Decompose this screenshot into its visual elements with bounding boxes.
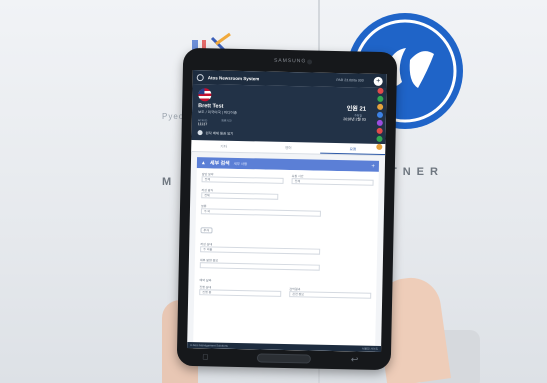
- status-copyright: © Atos Management Solutions: [190, 343, 228, 348]
- tablet-screen: Atos Newsroom System PAR 23.00/ta 000 + …: [187, 69, 387, 353]
- stat-label: 체류기간: [221, 118, 232, 123]
- subscription-label: 원작 배체 월권 알기: [205, 131, 234, 136]
- photo-scene: PyeongChang M TNER SAMSUNG Atos Newsroom…: [0, 0, 547, 383]
- side-app-icon[interactable]: [377, 95, 384, 102]
- field-select[interactable]: 관련 정보: [289, 291, 372, 299]
- app-logo-icon: [196, 73, 204, 81]
- form-field: 작성 상태 주 비율: [200, 242, 321, 255]
- subscription-link[interactable]: 원작 배체 월권 알기: [197, 130, 380, 139]
- field-select[interactable]: 진행 중: [199, 289, 282, 297]
- section-subtitle: 세부 사항: [233, 161, 248, 167]
- profile-date-value: 2018년 2월 03: [343, 117, 366, 122]
- field-select[interactable]: 주 비율: [200, 246, 321, 255]
- stat-item: 체류기간: [221, 119, 231, 127]
- profile-card: Brett Test 보도 / 미국미국 | 미디어종 ACR ID 11137…: [191, 83, 387, 145]
- add-chip[interactable]: 추가: [200, 227, 213, 234]
- side-app-icon[interactable]: [377, 103, 384, 110]
- recent-apps-icon[interactable]: □: [203, 352, 208, 361]
- side-icon-rail: [375, 87, 384, 150]
- field-select[interactable]: 전체: [201, 192, 279, 200]
- side-app-icon[interactable]: [376, 119, 383, 126]
- section-title: 세부 검색: [209, 160, 230, 167]
- form-field: 예약 날짜: [199, 278, 276, 284]
- back-icon[interactable]: ↩: [351, 354, 359, 365]
- stat-item: ACR ID 11137: [198, 118, 208, 126]
- form-field: 세부 방향 정보: [199, 258, 321, 271]
- subscription-icon: [197, 130, 203, 136]
- field-label: 예약 날짜: [199, 278, 212, 283]
- side-app-icon[interactable]: [376, 111, 384, 118]
- home-button[interactable]: [256, 353, 311, 364]
- tablet-brand: SAMSUNG: [273, 57, 307, 65]
- topbar-status: PAR 23.00/ta 000: [336, 78, 364, 83]
- stat-value: 11137: [197, 122, 208, 127]
- tab-english[interactable]: 영어: [256, 141, 321, 153]
- tab-other[interactable]: 기타: [191, 140, 256, 152]
- wall-letters-left: M: [162, 176, 178, 188]
- side-app-icon[interactable]: [377, 87, 384, 94]
- chevron-up-icon: ▲: [200, 159, 206, 166]
- tablet-device: SAMSUNG Atos Newsroom System PAR 23.00/t…: [176, 47, 398, 371]
- field-select[interactable]: 주 비: [200, 208, 322, 217]
- side-app-icon[interactable]: [376, 127, 383, 134]
- wall-letters-right: TNER: [390, 166, 444, 178]
- us-flag-icon: [198, 88, 212, 102]
- field-input[interactable]: [199, 262, 321, 271]
- front-camera: [307, 59, 313, 65]
- search-form: 담당 분야 전체 요청 시간 전체 작성 방식 전체 분류 주 비 추가 작성 …: [192, 168, 379, 353]
- status-site: 서울원 사이트: [361, 346, 379, 351]
- form-field: 분류 주 비: [200, 204, 322, 217]
- section-add-icon[interactable]: +: [371, 163, 375, 169]
- form-field: 담당 분야 전체: [201, 172, 284, 184]
- app-title: Atos Newsroom System: [207, 74, 260, 81]
- form-field: 진행 상태 진행 중: [199, 285, 282, 297]
- form-field: 요청 시간 전체: [291, 174, 374, 186]
- profile-count: 인원 21: [346, 106, 367, 113]
- side-app-icon[interactable]: [376, 135, 383, 142]
- field-select[interactable]: 전체: [291, 178, 374, 186]
- field-select[interactable]: 전체: [201, 176, 284, 184]
- add-button[interactable]: +: [373, 76, 383, 86]
- form-field: 검색결과 관련 정보: [289, 287, 372, 299]
- side-app-icon[interactable]: [376, 143, 383, 150]
- form-field: 작성 방식 전체: [201, 188, 279, 200]
